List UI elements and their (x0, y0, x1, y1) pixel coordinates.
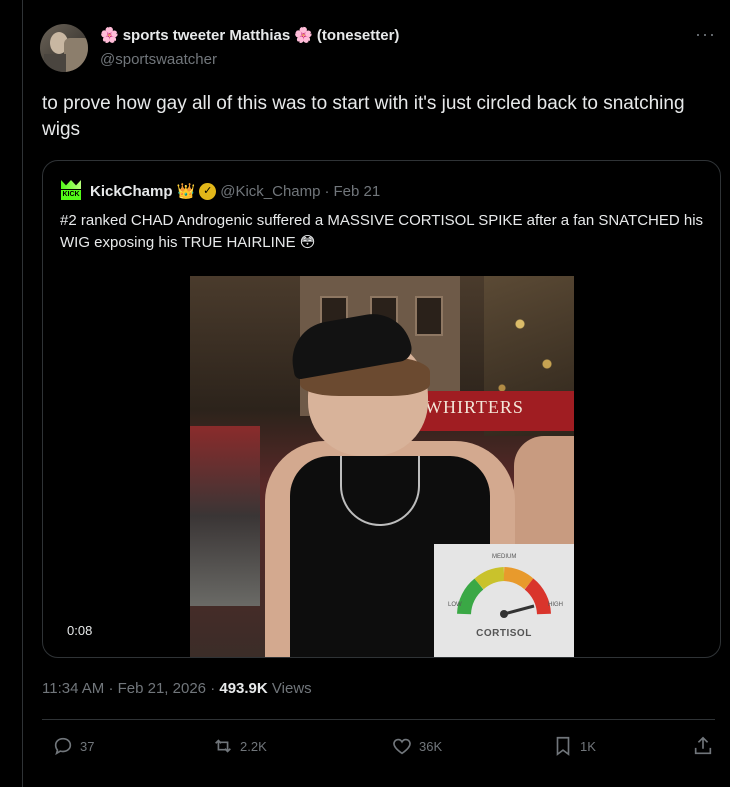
quoted-author-avatar: KICK (60, 180, 82, 202)
share-button[interactable] (692, 735, 714, 757)
author-name-row[interactable]: 🌸 sports tweeter Matthias 🌸 (tonesetter) (100, 26, 400, 45)
gauge-dial-icon: LOW MEDIUM HIGH (448, 554, 563, 618)
repost-icon (215, 739, 231, 753)
quoted-author-handle: @Kick_Champ (220, 182, 321, 200)
tweet-metadata: 11:34 AM · Feb 21, 2026 · 493.9K Views (42, 680, 312, 697)
author-avatar[interactable] (40, 24, 88, 72)
reply-icon (54, 737, 72, 756)
author-display-name[interactable]: sports tweeter Matthias (123, 27, 291, 44)
repost-count: 2.2K (240, 738, 267, 754)
kick-logo-text: KICK (61, 190, 81, 200)
separator-dot: · (108, 680, 114, 697)
quoted-tweet[interactable]: KICK KickChamp 👑 ✓ @Kick_Champ · Feb 21 … (42, 160, 721, 658)
quoted-tweet-text: #2 ranked CHAD Androgenic suffered a MAS… (60, 212, 704, 251)
quoted-tweet-header: KICK KickChamp 👑 ✓ @Kick_Champ · Feb 21 (60, 180, 380, 202)
bookmark-count: 1K (580, 738, 596, 754)
action-bar: 37 2.2K 36K 1K (42, 735, 722, 765)
author-handle[interactable]: @sportswaatcher (100, 51, 217, 68)
tweet-time[interactable]: 11:34 AM (42, 680, 104, 697)
quoted-author-name: KickChamp (90, 182, 173, 200)
flower-emoji-icon: 🌸 (100, 27, 119, 44)
separator-dot: · (210, 680, 216, 697)
gauge-medium-label: MEDIUM (492, 554, 516, 560)
video-bystander (514, 436, 574, 556)
reply-count: 37 (80, 738, 95, 754)
heart-icon (393, 738, 411, 755)
more-options-icon[interactable]: ··· (695, 24, 716, 45)
like-count: 36K (419, 738, 443, 754)
separator-dot: · (324, 182, 330, 200)
like-button[interactable]: 36K (391, 735, 442, 757)
flower-emoji-icon: 🌸 (294, 27, 313, 44)
tweet: 🌸 sports tweeter Matthias 🌸 (tonesetter)… (23, 0, 730, 787)
divider (42, 719, 715, 720)
bookmark-button[interactable]: 1K (552, 735, 596, 757)
views-count: 493.9K (219, 680, 268, 697)
video-player[interactable]: WHIRTERS LOW MEDIUM HIGH CORTISOL (190, 276, 574, 657)
crown-emoji-icon: 👑 (176, 183, 196, 200)
author-name-suffix[interactable]: (tonesetter) (317, 27, 400, 44)
reply-button[interactable]: 37 (52, 735, 94, 757)
tweet-text: to prove how gay all of this was to star… (42, 93, 685, 140)
gauge-low-label: LOW (448, 602, 462, 608)
gauge-cortisol-label: CORTISOL (476, 628, 532, 639)
repost-button[interactable]: 2.2K (212, 735, 267, 757)
bookmark-icon (556, 736, 570, 756)
verified-badge-icon: ✓ (199, 182, 217, 200)
gauge-high-label: HIGH (548, 602, 563, 608)
video-street (190, 426, 260, 606)
share-icon (694, 736, 712, 755)
crown-logo-icon (61, 180, 81, 189)
views-label: Views (271, 680, 312, 697)
tweet-date[interactable]: Feb 21, 2026 (118, 680, 206, 697)
video-timer: 0:08 (67, 623, 93, 638)
quoted-tweet-date: Feb 21 (333, 182, 381, 200)
cortisol-gauge-overlay: LOW MEDIUM HIGH CORTISOL (434, 544, 574, 657)
